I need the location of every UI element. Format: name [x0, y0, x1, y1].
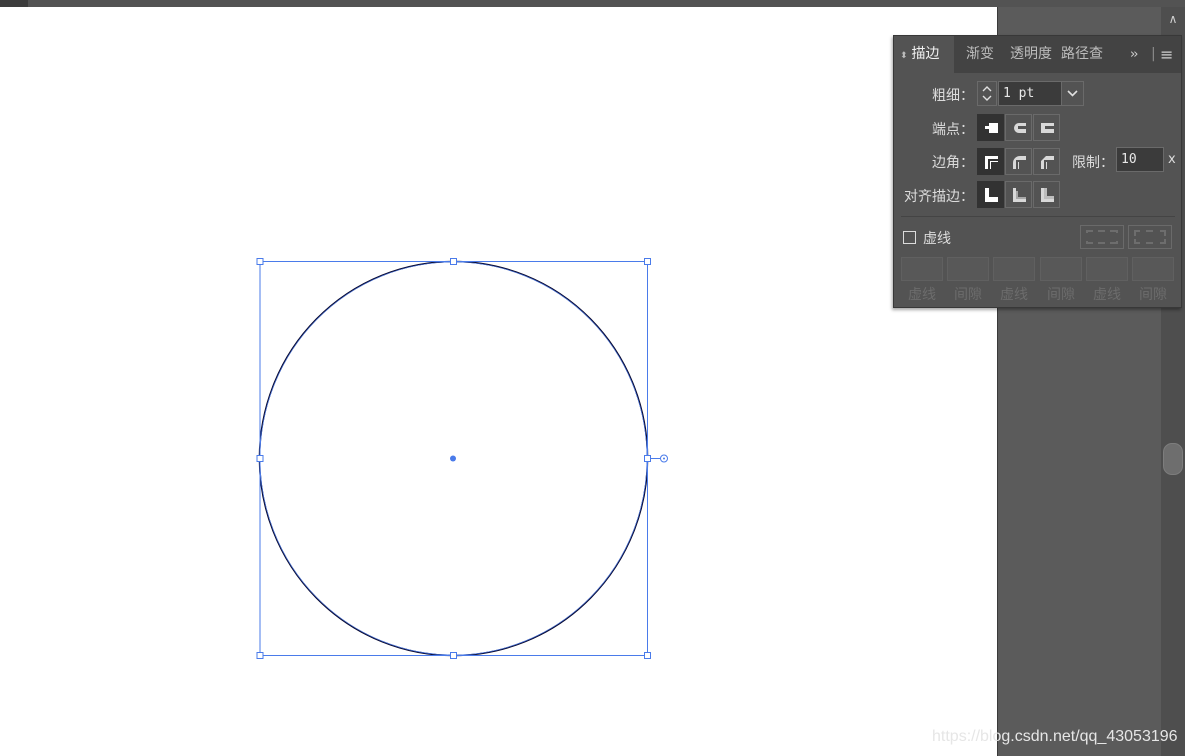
handle-bottom-left[interactable]	[256, 652, 264, 659]
dash-1-input[interactable]	[901, 257, 943, 281]
align-inside-button[interactable]	[1005, 181, 1032, 208]
double-chevron-right-icon[interactable]: ››	[1130, 36, 1139, 73]
gap-3-input[interactable]	[1132, 257, 1174, 281]
center-point[interactable]	[450, 455, 456, 462]
stepper-arrows-icon	[982, 86, 992, 101]
align-outside-button[interactable]	[1033, 181, 1060, 208]
panel-grip-icon: ⬍	[900, 51, 908, 61]
dashed-line-checkbox[interactable]	[903, 231, 916, 244]
handle-top-center[interactable]	[450, 258, 457, 265]
handle-top-right[interactable]	[644, 258, 651, 265]
handle-bottom-center[interactable]	[450, 652, 457, 659]
round-join-icon	[1012, 155, 1026, 169]
tab-pathfinder-label: 路径查找器	[1061, 46, 1103, 62]
bevel-join-icon	[1040, 155, 1054, 169]
stroke-panel: ⬍描边 渐变 透明度 路径查找器 ›› | ≡ 粗细： 1 pt 端点： 边角：…	[893, 35, 1182, 308]
handle-bottom-right[interactable]	[644, 652, 651, 659]
weight-dropdown-button[interactable]	[1061, 81, 1084, 106]
limit-unit: x	[1168, 152, 1176, 167]
dash-2-input[interactable]	[993, 257, 1035, 281]
chevron-down-icon	[1067, 90, 1078, 97]
hamburger-menu-icon[interactable]: ≡	[1160, 36, 1173, 73]
align-dash-icon	[1134, 230, 1166, 244]
projecting-cap-button[interactable]	[1033, 114, 1060, 141]
dash-2-label: 虚线	[1000, 287, 1028, 303]
handle-middle-right[interactable]	[644, 455, 651, 462]
weight-stepper[interactable]	[977, 81, 997, 106]
align-inside-icon	[1012, 187, 1026, 202]
limit-label: 限制：	[1072, 155, 1114, 171]
panel-divider	[901, 216, 1175, 217]
dashed-line-label: 虚线	[923, 231, 951, 247]
panel-tab-bar: ⬍描边 渐变 透明度 路径查找器 ›› | ≡	[894, 36, 1181, 73]
tab-stroke[interactable]: ⬍ 描边	[894, 36, 954, 73]
gap-1-input[interactable]	[947, 257, 989, 281]
dash-1-label: 虚线	[908, 287, 936, 303]
butt-cap-icon	[984, 122, 998, 133]
miter-join-button[interactable]	[977, 148, 1004, 175]
projecting-cap-icon	[1040, 122, 1054, 133]
gap-1-label: 间隙	[954, 287, 982, 303]
scroll-up-icon[interactable]: ∧	[1161, 7, 1185, 31]
tab-pathfinder[interactable]: 路径查找器	[1061, 36, 1103, 73]
tab-separator: |	[1151, 46, 1156, 62]
align-dash-button[interactable]	[1128, 225, 1172, 249]
scrollbar-thumb[interactable]	[1163, 443, 1183, 475]
tab-transparency-label: 透明度	[1010, 46, 1052, 62]
corner-label: 边角：	[932, 155, 974, 171]
align-center-button[interactable]	[977, 181, 1004, 208]
round-cap-icon	[1013, 122, 1026, 133]
gap-2-label: 间隙	[1047, 287, 1075, 303]
weight-label: 粗细：	[932, 88, 974, 104]
align-outside-icon	[1040, 187, 1054, 202]
tab-transparency[interactable]: 透明度	[1010, 36, 1052, 73]
round-cap-button[interactable]	[1005, 114, 1032, 141]
cap-label: 端点：	[932, 122, 974, 138]
weight-input[interactable]: 1 pt	[998, 81, 1063, 106]
butt-cap-button[interactable]	[977, 114, 1004, 141]
align-stroke-label: 对齐描边：	[904, 189, 974, 205]
handle-top-left[interactable]	[256, 258, 264, 265]
bevel-join-button[interactable]	[1033, 148, 1060, 175]
pie-widget-dot	[663, 457, 665, 460]
handle-middle-left[interactable]	[256, 455, 264, 462]
dash-3-input[interactable]	[1086, 257, 1128, 281]
preserve-dash-icon	[1086, 230, 1118, 244]
tab-gradient[interactable]: 渐变	[966, 36, 1000, 73]
tab-stroke-label: 描边	[911, 46, 940, 62]
watermark-text: https://blog.csdn.net/qq_43053196	[932, 728, 1178, 745]
align-center-icon	[984, 187, 998, 202]
gap-2-input[interactable]	[1040, 257, 1082, 281]
limit-input[interactable]: 10	[1116, 147, 1164, 172]
preserve-dash-button[interactable]	[1080, 225, 1124, 249]
miter-join-icon	[984, 155, 998, 169]
artwork-layer	[256, 258, 668, 659]
gap-3-label: 间隙	[1139, 287, 1167, 303]
round-join-button[interactable]	[1005, 148, 1032, 175]
tab-gradient-label: 渐变	[966, 46, 994, 62]
dash-3-label: 虚线	[1093, 287, 1121, 303]
